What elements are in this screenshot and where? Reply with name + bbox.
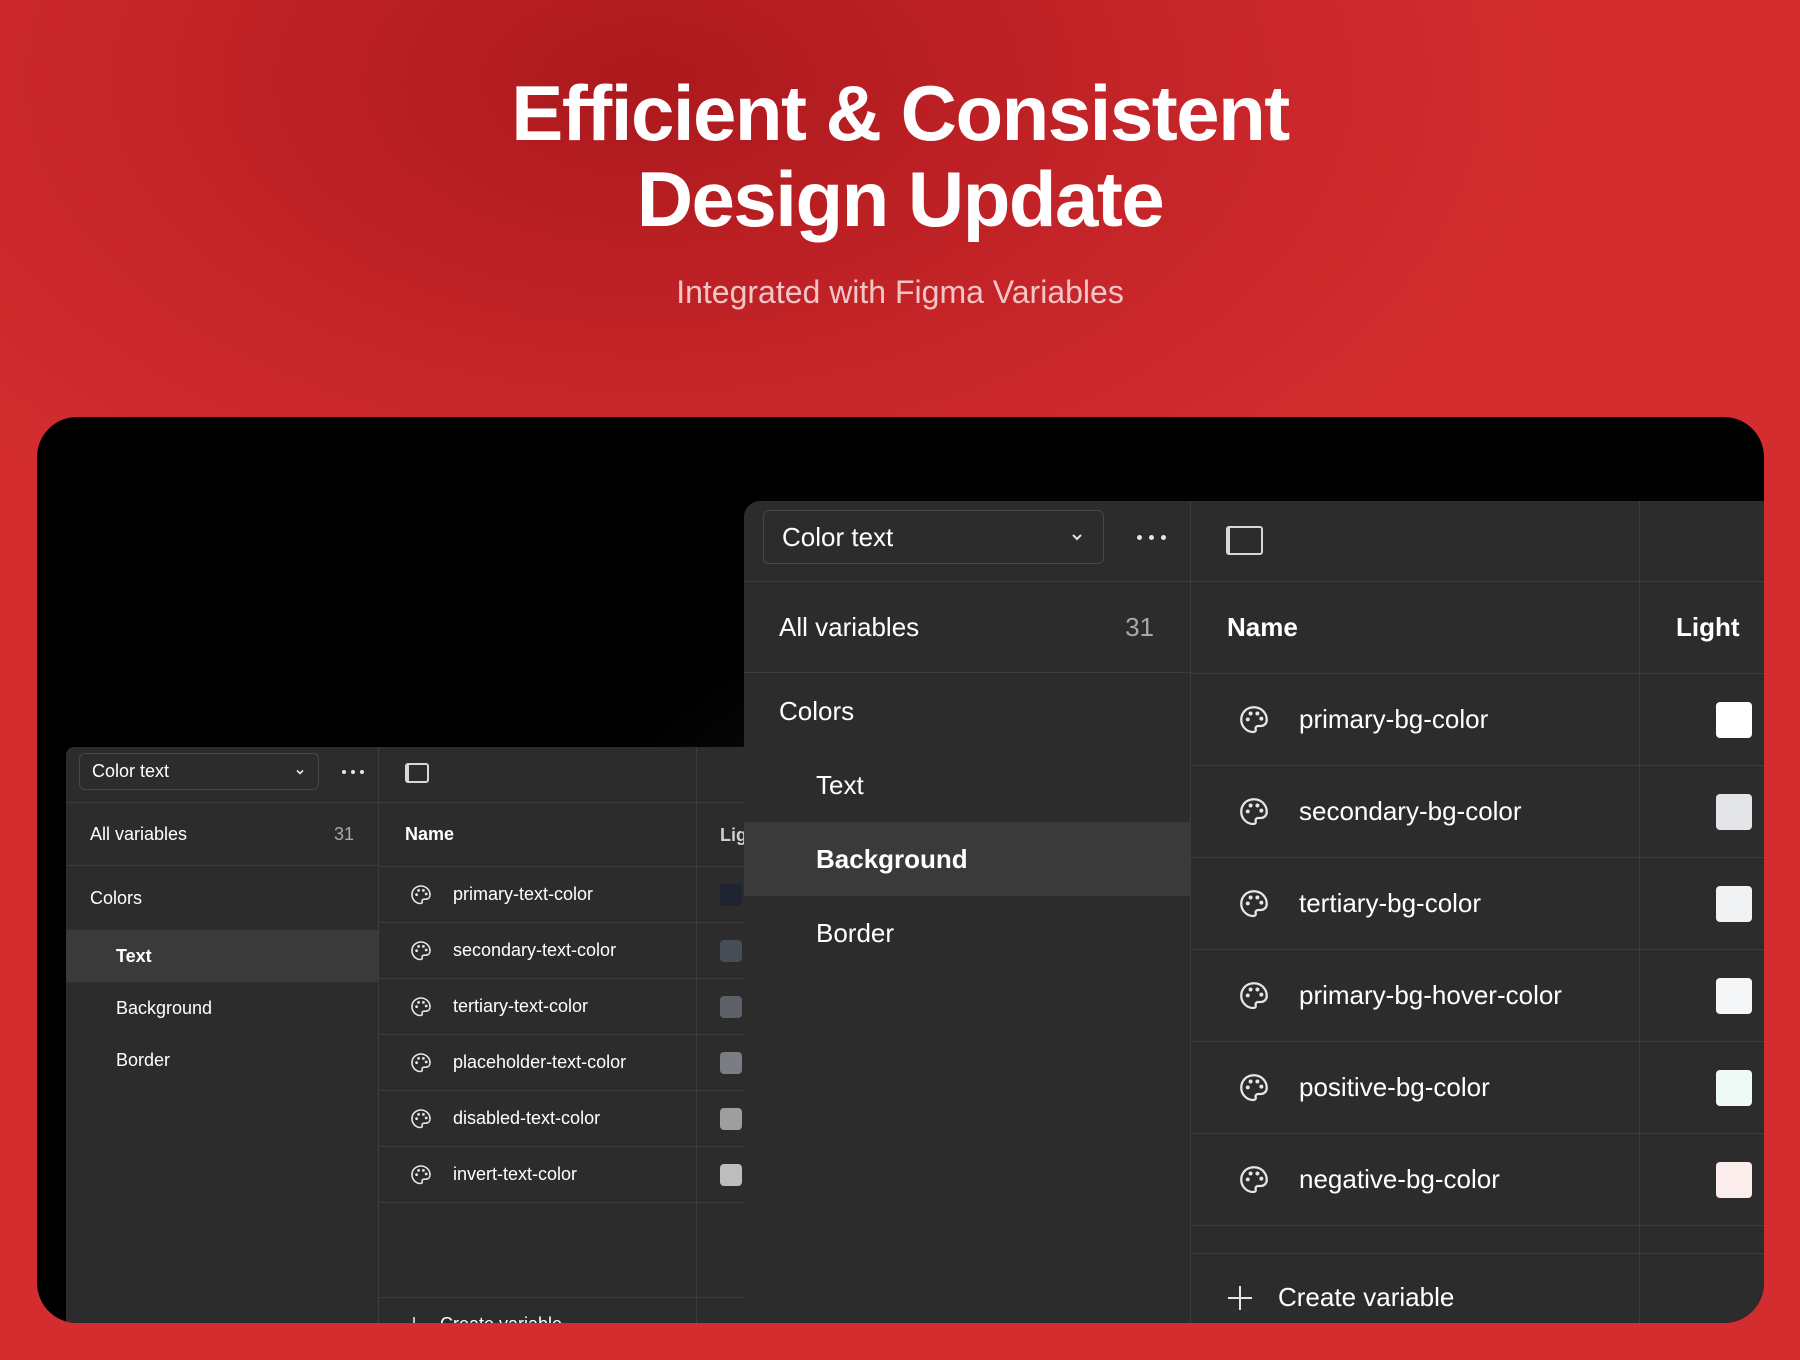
color-swatch[interactable] <box>1716 702 1752 738</box>
chevron-down-icon <box>1072 534 1082 541</box>
sidebar-toggle-icon[interactable] <box>1226 526 1263 555</box>
back-group-text-label: Text <box>116 945 152 966</box>
color-swatch[interactable] <box>720 1164 742 1186</box>
color-swatch[interactable] <box>720 1108 742 1130</box>
variable-name: tertiary-text-color <box>453 996 589 1016</box>
color-swatch[interactable] <box>1716 978 1752 1014</box>
front-create-variable-label: Create variable <box>1278 1282 1455 1312</box>
table-row[interactable]: tertiary-bg-color <box>1191 858 1764 950</box>
back-collection-select-label: Color text <box>92 761 170 781</box>
table-row[interactable]: negative-bg-color <box>1191 1134 1764 1226</box>
hero-title-line-1: Efficient & Consistent <box>511 69 1290 157</box>
front-more-icon[interactable] <box>1137 535 1166 540</box>
hero-title: Efficient & Consistent Design Update <box>0 70 1800 242</box>
back-variables-panel: Color text All variables 31 Colors Text … <box>66 747 786 1323</box>
palette-icon <box>1240 797 1268 825</box>
back-group-background-label: Background <box>116 997 213 1018</box>
back-more-icon[interactable] <box>342 770 364 774</box>
variable-name: placeholder-text-color <box>453 1052 627 1072</box>
back-group-text[interactable]: Text <box>66 930 378 982</box>
plus-icon <box>413 1316 415 1323</box>
hero-title-line-2: Design Update <box>636 155 1165 243</box>
variable-name: tertiary-bg-color <box>1299 888 1482 918</box>
front-variables-panel: Color text All variables 31 Colors Text … <box>744 501 1764 1323</box>
palette-icon <box>1240 981 1268 1009</box>
variable-name: positive-bg-color <box>1299 1072 1490 1102</box>
back-all-variables[interactable]: All variables 31 <box>66 803 378 866</box>
back-create-variable-label: Create variable <box>440 1314 562 1323</box>
back-group-colors-label: Colors <box>90 888 143 908</box>
front-group-border-label: Border <box>816 917 895 948</box>
front-group-background-label: Background <box>816 843 968 874</box>
color-swatch[interactable] <box>1716 794 1752 830</box>
back-all-variables-label: All variables <box>90 823 188 844</box>
variable-name: primary-bg-hover-color <box>1299 980 1562 1010</box>
variable-name: secondary-text-color <box>453 940 617 960</box>
back-column-name: Name <box>405 824 455 844</box>
front-group-background[interactable]: Background <box>744 822 1190 896</box>
front-group-text[interactable]: Text <box>744 748 1190 822</box>
back-group-colors[interactable]: Colors <box>66 867 378 930</box>
variable-name: negative-bg-color <box>1299 1164 1500 1194</box>
palette-icon <box>1240 1165 1268 1193</box>
front-collection-select[interactable]: Color text <box>763 510 1104 564</box>
front-group-colors[interactable]: Colors <box>744 674 1190 748</box>
front-create-variable-button[interactable]: Create variable <box>1226 1282 1454 1313</box>
front-footer-divider <box>1191 1253 1764 1254</box>
table-row[interactable]: primary-bg-hover-color <box>1191 950 1764 1042</box>
color-swatch[interactable] <box>720 884 742 906</box>
palette-icon <box>411 1052 431 1072</box>
front-column-name: Name <box>1227 612 1298 642</box>
table-row[interactable]: primary-bg-color <box>1191 674 1764 766</box>
color-swatch[interactable] <box>720 1052 742 1074</box>
variable-name: primary-text-color <box>453 884 594 904</box>
variable-name: secondary-bg-color <box>1299 796 1522 826</box>
color-swatch[interactable] <box>1716 1070 1752 1106</box>
palette-icon <box>411 996 431 1016</box>
back-all-variables-count: 31 <box>333 823 354 844</box>
variable-name: primary-bg-color <box>1299 704 1489 734</box>
palette-icon <box>411 940 431 960</box>
variable-name: disabled-text-color <box>453 1108 601 1128</box>
front-all-variables[interactable]: All variables 31 <box>744 582 1190 673</box>
showcase-stage: Color text All variables 31 Colors Text … <box>37 417 1764 1323</box>
plus-icon <box>1228 1285 1252 1310</box>
color-swatch[interactable] <box>1716 1162 1752 1198</box>
back-footer-divider <box>379 1297 786 1298</box>
back-group-border-label: Border <box>116 1049 171 1070</box>
front-all-variables-count: 31 <box>1125 611 1154 642</box>
table-row[interactable]: secondary-bg-color <box>1191 766 1764 858</box>
front-group-colors-label: Colors <box>779 695 855 726</box>
chevron-down-icon <box>296 769 304 775</box>
back-group-border[interactable]: Border <box>66 1034 378 1086</box>
palette-icon <box>411 1164 431 1184</box>
front-collection-select-label: Color text <box>782 521 894 552</box>
front-group-border[interactable]: Border <box>744 896 1190 970</box>
back-create-variable-button[interactable]: Create variable <box>404 1314 562 1323</box>
front-column-light: Light <box>1676 612 1740 642</box>
palette-icon <box>1240 889 1268 917</box>
color-swatch[interactable] <box>1716 886 1752 922</box>
palette-icon <box>411 1108 431 1128</box>
palette-icon <box>1240 705 1268 733</box>
hero-subtitle: Integrated with Figma Variables <box>676 274 1124 310</box>
color-swatch[interactable] <box>720 940 742 962</box>
back-collection-select[interactable]: Color text <box>79 753 319 790</box>
front-all-variables-label: All variables <box>779 611 920 642</box>
back-column-light: Lig <box>720 825 747 845</box>
front-group-text-label: Text <box>816 769 864 800</box>
palette-icon <box>1240 1073 1268 1101</box>
color-swatch[interactable] <box>720 996 742 1018</box>
variable-name: invert-text-color <box>453 1164 578 1184</box>
palette-icon <box>411 884 431 904</box>
back-group-background[interactable]: Background <box>66 982 378 1034</box>
table-row[interactable]: positive-bg-color <box>1191 1042 1764 1134</box>
sidebar-toggle-icon[interactable] <box>405 763 429 783</box>
